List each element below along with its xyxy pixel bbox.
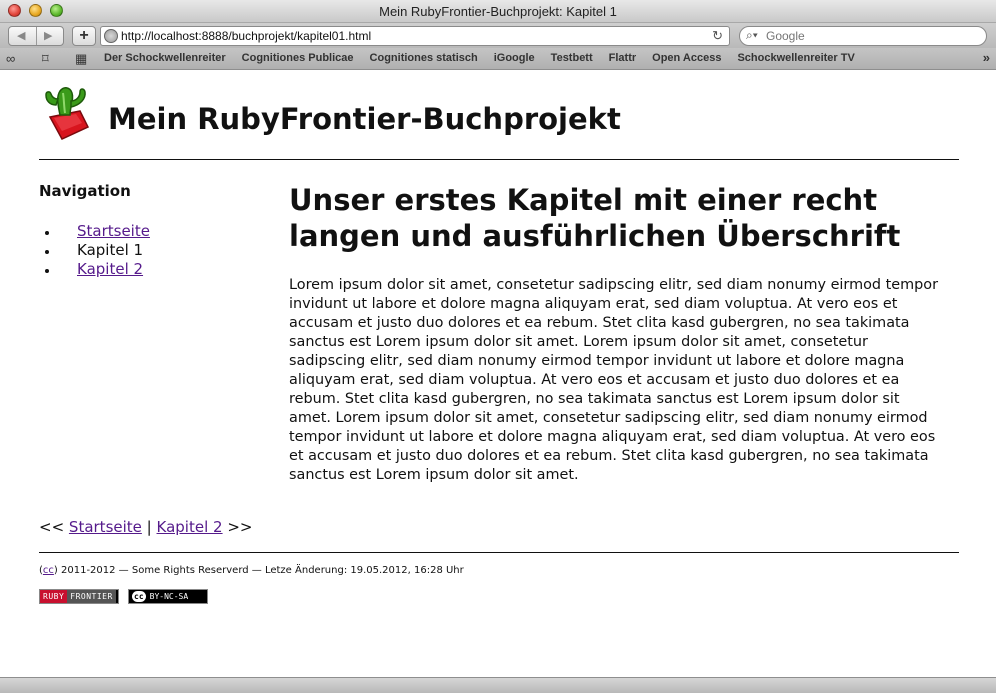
reading-glasses-icon[interactable]: ∞ xyxy=(6,51,15,66)
footer-copyright: 2011-2012 — Some Rights Reserverd — Letz… xyxy=(61,565,464,576)
top-sites-grid-icon[interactable]: ▦ xyxy=(75,51,87,67)
license-text: BY-NC-SA xyxy=(149,592,189,601)
url-text[interactable]: http://localhost:8888/buchprojekt/kapite… xyxy=(121,29,371,43)
browser-toolbar: ◀ ▶ + http://localhost:8888/buchprojekt/… xyxy=(0,23,996,48)
nav-item-startseite: Startseite xyxy=(59,222,150,241)
pager-separator: | xyxy=(146,518,152,536)
badge-ruby-text: RUBY xyxy=(40,590,68,603)
pager-next-arrows: >> xyxy=(227,518,253,536)
reload-icon[interactable]: ↻ xyxy=(712,28,723,44)
header-divider xyxy=(39,159,959,160)
cc-link[interactable]: cc xyxy=(43,565,54,576)
creative-commons-badge[interactable]: cc BY-NC-SA xyxy=(128,589,208,604)
pager-prev-link[interactable]: Startseite xyxy=(69,518,142,536)
cactus-logo xyxy=(45,87,90,140)
forward-arrow-icon[interactable]: ▶ xyxy=(44,29,52,42)
bookmark-item[interactable]: Testbett xyxy=(551,52,593,64)
footer-divider xyxy=(39,552,959,553)
bookmarks-book-icon[interactable]: ⌑ xyxy=(42,51,49,67)
article-body: Lorem ipsum dolor sit amet, consetetur s… xyxy=(289,277,938,483)
navigation-heading: Navigation xyxy=(39,182,131,200)
nav-current-kapitel-1: Kapitel 1 xyxy=(77,241,144,259)
bookmarks-bar: ∞ ⌑ ▦ Der Schockwellenreiter Cognitiones… xyxy=(0,48,996,70)
more-bookmarks-chevron-icon[interactable]: » xyxy=(983,50,990,65)
navigation-list: Startseite Kapitel 1 Kapitel 2 xyxy=(61,222,150,279)
footer-text: (cc) 2011-2012 — Some Rights Reserverd —… xyxy=(39,565,464,576)
bookmark-item[interactable]: Schockwellenreiter TV xyxy=(737,52,854,64)
globe-icon xyxy=(104,29,118,43)
nav-item-kapitel-1: Kapitel 1 xyxy=(59,241,150,260)
nav-link-startseite[interactable]: Startseite xyxy=(77,222,150,240)
search-input[interactable] xyxy=(766,29,966,43)
cc-logo-icon: cc xyxy=(132,591,146,602)
bookmark-list: Der Schockwellenreiter Cognitiones Publi… xyxy=(104,52,855,64)
window-title: Mein RubyFrontier-Buchprojekt: Kapitel 1 xyxy=(379,4,617,19)
badge-frontier-text: FRONTIER xyxy=(67,590,116,603)
back-forward-buttons: ◀ ▶ xyxy=(8,26,64,46)
pager-next-link[interactable]: Kapitel 2 xyxy=(157,518,223,536)
web-page: Mein RubyFrontier-Buchprojekt Navigation… xyxy=(0,71,996,677)
back-arrow-icon[interactable]: ◀ xyxy=(17,29,25,42)
nav-item-kapitel-2: Kapitel 2 xyxy=(59,260,150,279)
window-titlebar: Mein RubyFrontier-Buchprojekt: Kapitel 1 xyxy=(0,0,996,23)
rubyfrontier-badge[interactable]: RUBY FRONTIER xyxy=(39,589,119,604)
article-title: Unser erstes Kapitel mit einer recht lan… xyxy=(289,183,901,253)
address-bar[interactable]: http://localhost:8888/buchprojekt/kapite… xyxy=(100,26,730,46)
nav-link-kapitel-2[interactable]: Kapitel 2 xyxy=(77,260,143,278)
divider xyxy=(36,27,37,45)
bookmark-item[interactable]: Cognitiones statisch xyxy=(370,52,478,64)
status-bar xyxy=(0,677,996,693)
site-title: Mein RubyFrontier-Buchprojekt xyxy=(108,102,621,136)
bookmark-item[interactable]: Flattr xyxy=(609,52,637,64)
add-bookmark-button[interactable]: + xyxy=(72,26,96,46)
bookmark-item[interactable]: iGoogle xyxy=(494,52,535,64)
pager-prev-arrows: << xyxy=(39,518,65,536)
search-field[interactable]: ⌕▾ xyxy=(739,26,987,46)
pager: << Startseite | Kapitel 2 >> xyxy=(39,518,252,536)
bookmark-item[interactable]: Der Schockwellenreiter xyxy=(104,52,226,64)
search-icon[interactable]: ⌕▾ xyxy=(746,28,758,43)
bookmark-item[interactable]: Open Access xyxy=(652,52,721,64)
bookmark-item[interactable]: Cognitiones Publicae xyxy=(242,52,354,64)
